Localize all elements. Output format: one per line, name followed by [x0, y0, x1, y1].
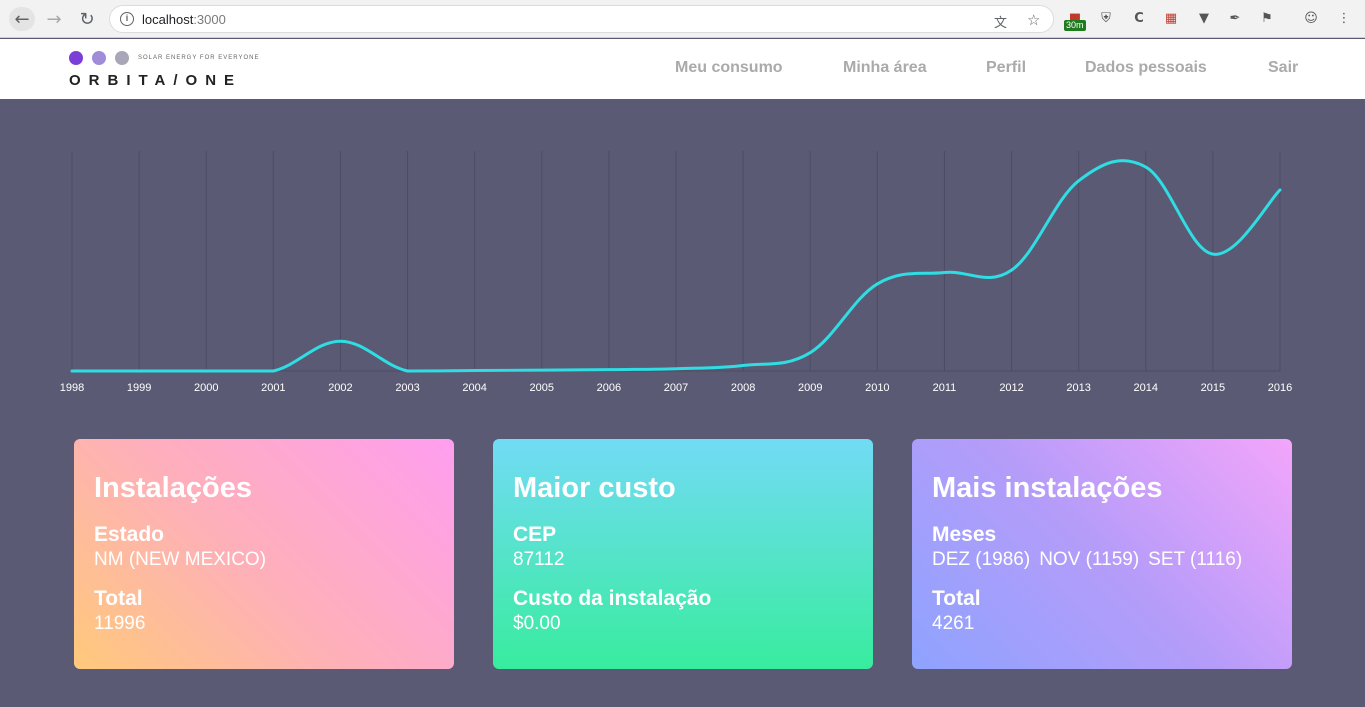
card-value-cep: 87112	[513, 549, 565, 570]
logo-brand[interactable]: ORBITA/ONE	[69, 72, 242, 89]
x-tick-label: 1998	[60, 382, 84, 394]
x-tick-label: 2003	[395, 382, 419, 394]
info-icon[interactable]: i	[120, 12, 134, 26]
nav-perfil[interactable]: Perfil	[986, 59, 1026, 77]
extension-fox-icon[interactable]: ▼	[1195, 9, 1213, 27]
card-value-estado: NM (NEW MEXICO)	[94, 549, 267, 570]
nav-dados-pessoais[interactable]: Dados pessoais	[1085, 59, 1207, 77]
menu-kebab-icon[interactable]: ⋮	[1335, 9, 1353, 27]
x-tick-label: 2001	[261, 382, 285, 394]
card-value-total: 4261	[932, 613, 975, 634]
x-tick-label: 2008	[731, 382, 755, 394]
card-label-estado: Estado	[94, 523, 165, 546]
x-tick-label: 2014	[1134, 382, 1158, 394]
card-value-total: 11996	[94, 613, 146, 634]
nav-meu-consumo[interactable]: Meu consumo	[675, 59, 783, 77]
x-tick-label: 1999	[127, 382, 151, 394]
extension-c-icon[interactable]: C	[1130, 9, 1148, 27]
nav-sair[interactable]: Sair	[1268, 59, 1298, 77]
eyedropper-icon[interactable]: ✒	[1226, 9, 1244, 27]
url-host: localhost	[142, 12, 194, 27]
logo-dot	[69, 51, 83, 65]
x-tick-label: 2000	[194, 382, 218, 394]
x-tick-label: 2005	[530, 382, 554, 394]
x-tick-label: 2006	[597, 382, 621, 394]
card-title: Mais instalações	[932, 472, 1163, 504]
url-text[interactable]: localhost:3000	[142, 12, 226, 27]
translate-icon[interactable]: 文	[994, 12, 1007, 31]
bookmark-star-icon[interactable]: ☆	[1027, 11, 1040, 29]
x-tick-label: 2011	[933, 382, 957, 394]
browser-toolbar: ← → ↻ i localhost:3000 文 ☆ ■ 30m ⛨ C ▦ ▼…	[0, 0, 1365, 38]
card-label-total: Total	[932, 587, 981, 610]
extension-flag-icon[interactable]: ⚑	[1258, 9, 1276, 27]
card-title: Maior custo	[513, 472, 676, 504]
x-tick-label: 2010	[865, 382, 889, 394]
extension-badge: 30m	[1064, 20, 1086, 31]
x-tick-label: 2009	[798, 382, 822, 394]
chart-x-axis: 1998 1999 2000 2001 2002 2003 2004 2005 2006 2007…	[60, 382, 1292, 394]
reload-icon[interactable]: ↻	[75, 8, 99, 30]
card-instalacoes: Instalações Estado NM (NEW MEXICO) Total…	[74, 439, 454, 669]
x-tick-label: 2002	[328, 382, 352, 394]
logo-dot	[115, 51, 129, 65]
logo-dots	[69, 51, 129, 65]
nav-minha-area[interactable]: Minha área	[843, 59, 927, 77]
card-label-meses: Meses	[932, 523, 997, 546]
consumption-chart: 1998 1999 2000 2001 2002 2003 2004 2005 2006 2007…	[0, 99, 1365, 409]
card-mais-instalacoes: Mais instalações Meses DEZ (1986) NOV (1…	[912, 439, 1292, 669]
extension-grid-icon[interactable]: ▦	[1162, 9, 1180, 27]
card-label-total: Total	[94, 587, 143, 610]
logo-dot	[92, 51, 106, 65]
address-bar[interactable]: i localhost:3000 文 ☆	[109, 5, 1054, 33]
x-tick-label: 2012	[999, 382, 1023, 394]
logo-tagline: SOLAR ENERGY FOR EVERYONE	[138, 55, 260, 61]
x-tick-label: 2016	[1268, 382, 1292, 394]
month-item: NOV (1159)	[1039, 549, 1140, 570]
month-item: DEZ (1986)	[932, 549, 1031, 570]
card-value-custo: $0.00	[513, 613, 561, 634]
back-arrow-icon[interactable]: ←	[9, 7, 35, 31]
card-title: Instalações	[94, 472, 252, 504]
site-header: SOLAR ENERGY FOR EVERYONE ORBITA/ONE Meu…	[0, 39, 1365, 99]
x-tick-label: 2015	[1201, 382, 1225, 394]
x-tick-label: 2004	[462, 382, 486, 394]
x-tick-label: 2013	[1066, 382, 1090, 394]
month-item: SET (1116)	[1148, 549, 1243, 570]
url-port: :3000	[193, 12, 226, 27]
x-tick-label: 2007	[664, 382, 688, 394]
card-label-cep: CEP	[513, 523, 557, 546]
chart-grid	[71, 151, 1281, 372]
card-months-list: DEZ (1986) NOV (1159) SET (1116)	[932, 549, 1242, 571]
card-maior-custo: Maior custo CEP 87112 Custo da instalaçã…	[493, 439, 873, 669]
extension-shield-icon[interactable]: ⛨	[1097, 9, 1115, 27]
profile-avatar-icon[interactable]: ☺	[1302, 9, 1320, 27]
line-chart-svg: 1998 1999 2000 2001 2002 2003 2004 2005 2006 2007…	[60, 151, 1292, 394]
card-label-custo: Custo da instalação	[513, 587, 712, 610]
forward-arrow-icon[interactable]: →	[42, 8, 66, 30]
